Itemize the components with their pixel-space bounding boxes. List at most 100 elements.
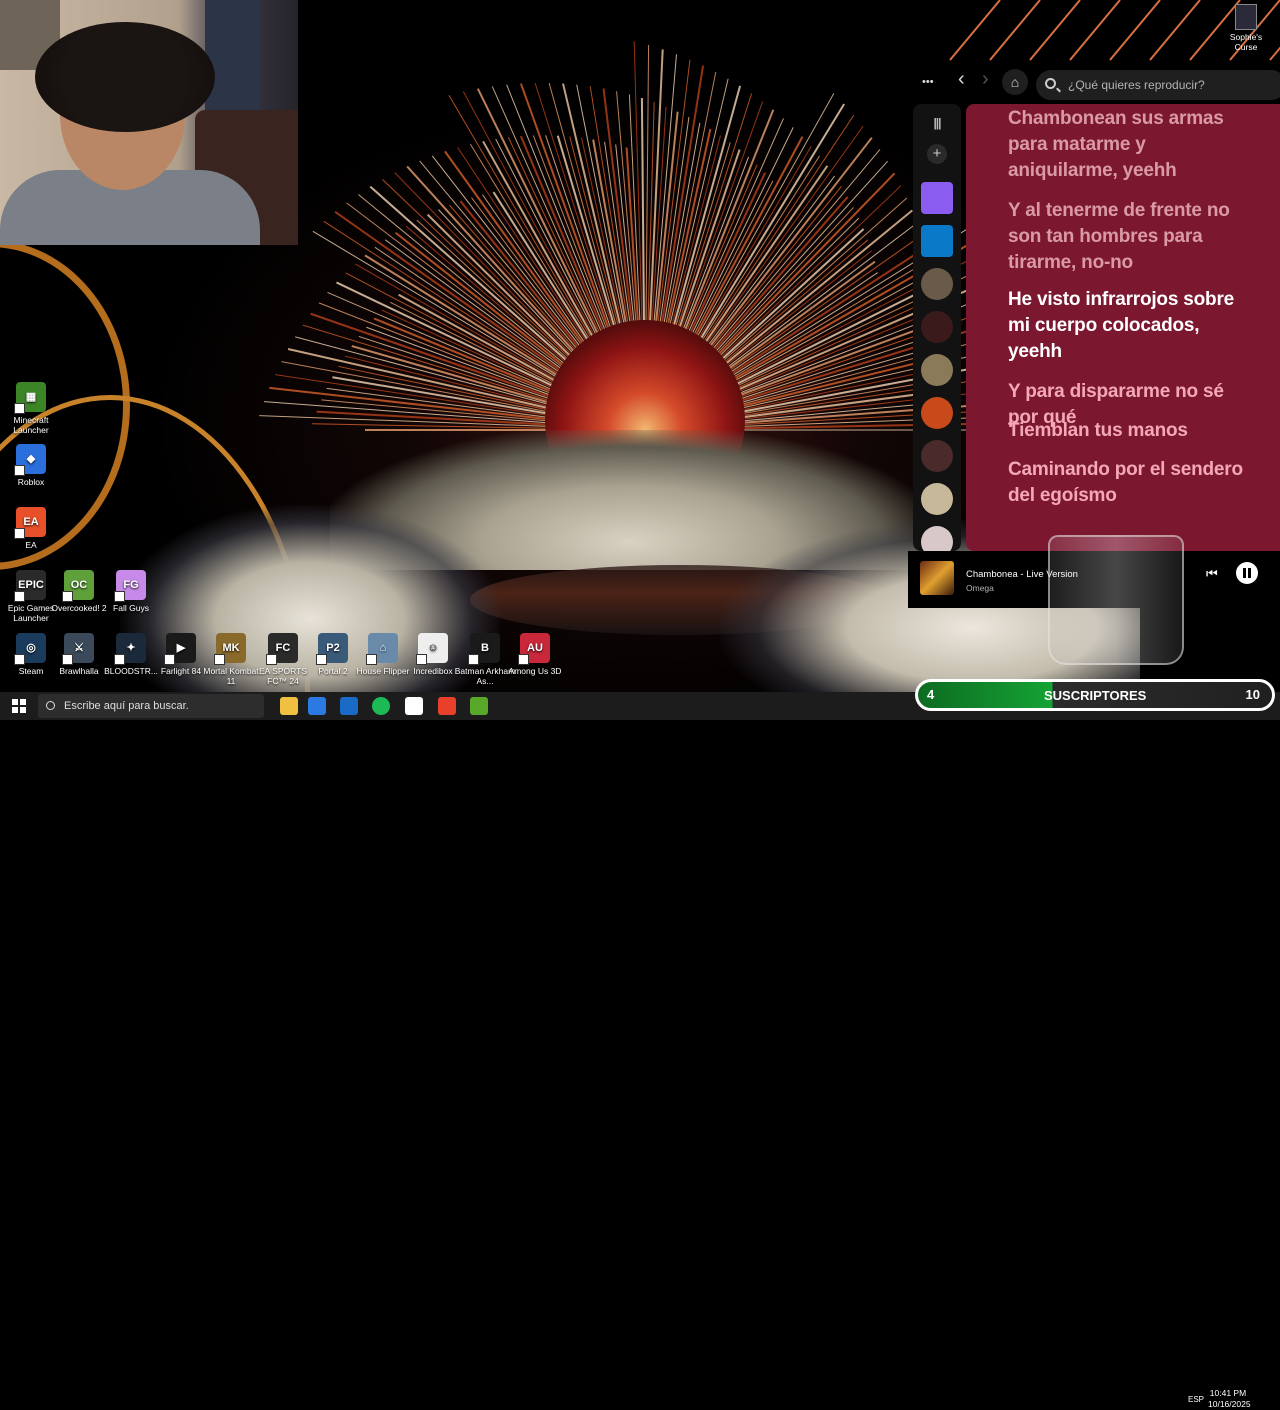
sun-ray	[448, 94, 600, 353]
taskbar-app-icon[interactable]	[308, 697, 326, 715]
sun-ray	[1069, 0, 1121, 61]
forward-arrow-icon[interactable]: ›	[982, 68, 989, 91]
app-shortcut-icon: AU	[518, 633, 550, 665]
sun-ray	[1029, 0, 1081, 61]
desktop-icon-label: Roblox	[17, 477, 45, 487]
sun-ray	[469, 143, 599, 354]
app-shortcut-icon: MK	[214, 633, 246, 665]
library-item-thumbnail[interactable]	[921, 225, 953, 257]
desktop-icon-label: Among Us 3D	[508, 666, 562, 676]
app-shortcut-icon: ⌂	[366, 633, 398, 665]
language-indicator[interactable]: ESP	[1188, 1395, 1204, 1404]
taskbar-search-input[interactable]: Escribe aquí para buscar.	[38, 694, 264, 718]
desktop-icon-label: Sophie's Curse	[1229, 32, 1263, 52]
lyric-line[interactable]: Caminando por el sendero del egoísmo	[1008, 457, 1258, 509]
library-item-thumbnail[interactable]	[921, 440, 953, 472]
home-icon[interactable]: ⌂	[1002, 69, 1028, 95]
desktop-icon-label: Minecraft Launcher	[13, 415, 49, 435]
lyrics-panel: Chambonean sus armas para matarme y aniq…	[966, 104, 1280, 551]
app-shortcut-icon: ◆	[14, 444, 46, 476]
taskbar-app-icon[interactable]	[340, 697, 358, 715]
clock-date: 10/16/2025	[1208, 1399, 1251, 1409]
sun-ray	[697, 125, 864, 358]
desktop-icon[interactable]: EA EA	[0, 507, 62, 550]
library-icon[interactable]: |||	[913, 116, 961, 130]
sun-ray	[645, 45, 650, 341]
app-shortcut-icon: FC	[266, 633, 298, 665]
lyric-line[interactable]: Y al tenerme de frente no son tan hombre…	[1008, 198, 1258, 276]
sun-ray	[708, 217, 860, 368]
artist-name[interactable]: Omega	[966, 583, 994, 593]
add-playlist-icon[interactable]: +	[927, 144, 947, 164]
search-placeholder: ¿Qué quieres reproducir?	[1068, 78, 1205, 92]
app-shortcut-icon: ▶	[164, 633, 196, 665]
search-icon	[46, 701, 55, 710]
desktop-icon-label: EA	[25, 540, 37, 550]
sun-ray	[426, 213, 582, 368]
subscriber-label: SUSCRIPTORES	[1044, 688, 1147, 703]
library-item-thumbnail[interactable]	[921, 483, 953, 515]
sun-ray	[1109, 0, 1161, 61]
search-icon	[1045, 78, 1056, 89]
app-shortcut-icon: P2	[316, 633, 348, 665]
spotify-library-sidebar: ||| +	[913, 104, 961, 558]
library-item-thumbnail[interactable]	[921, 311, 953, 343]
sun-ray	[1149, 0, 1201, 61]
pause-button[interactable]	[1236, 562, 1258, 584]
more-options-icon[interactable]: •••	[922, 76, 934, 88]
sun-ray	[275, 374, 557, 418]
spotify-window: ••• ‹ › ⌂ ¿Qué quieres reproducir? ||| +…	[908, 60, 1280, 608]
desktop-icon-label: Fall Guys	[113, 603, 149, 613]
app-shortcut-icon: ✦	[114, 633, 146, 665]
back-arrow-icon[interactable]: ‹	[958, 68, 965, 91]
subscriber-count: 4	[927, 687, 935, 702]
game-shortcut-icon	[1235, 4, 1257, 30]
sun-ray	[312, 423, 556, 429]
desktop-icon-sophies-curse[interactable]: Sophie's Curse	[1226, 4, 1266, 52]
app-shortcut-icon: B	[468, 633, 500, 665]
library-item-thumbnail[interactable]	[921, 182, 953, 214]
app-shortcut-icon: EA	[14, 507, 46, 539]
desktop-icon[interactable]: FG Fall Guys	[100, 570, 162, 613]
taskbar-app-icon[interactable]	[405, 697, 423, 715]
lyric-line[interactable]: Tiemblan tus manos	[1008, 418, 1258, 444]
webcam-overlay	[0, 0, 298, 245]
spotify-search-input[interactable]: ¿Qué quieres reproducir?	[1036, 70, 1280, 100]
sun-ray	[640, 98, 646, 341]
library-item-thumbnail[interactable]	[921, 397, 953, 429]
app-shortcut-icon: ▦	[14, 382, 46, 414]
library-item-thumbnail[interactable]	[921, 268, 953, 300]
taskbar-app-icon[interactable]	[438, 697, 456, 715]
windows-start-icon[interactable]	[12, 699, 26, 713]
sun-ray	[695, 165, 829, 357]
sun-ray	[989, 0, 1041, 61]
desktop-icon[interactable]: ▦ Minecraft Launcher	[0, 382, 62, 435]
desktop-icon[interactable]: AU Among Us 3D	[504, 633, 566, 676]
clock[interactable]: 10:41 PM 10/16/2025	[1208, 1388, 1251, 1410]
app-shortcut-icon: ☺	[416, 633, 448, 665]
taskbar-app-icon[interactable]	[280, 697, 298, 715]
webcam-person-hair	[35, 22, 215, 132]
lyric-line[interactable]: He visto infrarrojos sobre mi cuerpo col…	[1008, 287, 1258, 365]
library-item-thumbnail[interactable]	[921, 354, 953, 386]
app-shortcut-icon: FG	[114, 570, 146, 602]
app-shortcut-icon: EPIC	[14, 570, 46, 602]
taskbar-search-placeholder: Escribe aquí para buscar.	[64, 700, 189, 712]
app-shortcut-icon: OC	[62, 570, 94, 602]
app-shortcut-icon: ◎	[14, 633, 46, 665]
sun-ray	[592, 139, 631, 342]
previous-track-icon[interactable]: ⏮	[1206, 566, 1218, 582]
desktop-icon[interactable]: ◆ Roblox	[0, 444, 62, 487]
sun-ray	[949, 0, 1001, 61]
lyric-line[interactable]: Chambonean sus armas para matarme y aniq…	[1008, 106, 1258, 184]
taskbar-app-icon[interactable]	[470, 697, 488, 715]
taskbar-app-icon[interactable]	[372, 697, 390, 715]
sun-ray	[312, 230, 569, 385]
clock-time: 10:41 PM	[1209, 1388, 1247, 1398]
subscriber-goal-widget: 4 SUSCRIPTORES 10	[915, 679, 1275, 711]
spotify-topbar: ••• ‹ › ⌂ ¿Qué quieres reproducir?	[908, 65, 1280, 100]
subscriber-goal: 10	[1245, 687, 1260, 702]
glass-overlay	[1048, 535, 1184, 665]
album-cover[interactable]	[920, 561, 954, 595]
app-shortcut-icon: ⚔	[62, 633, 94, 665]
